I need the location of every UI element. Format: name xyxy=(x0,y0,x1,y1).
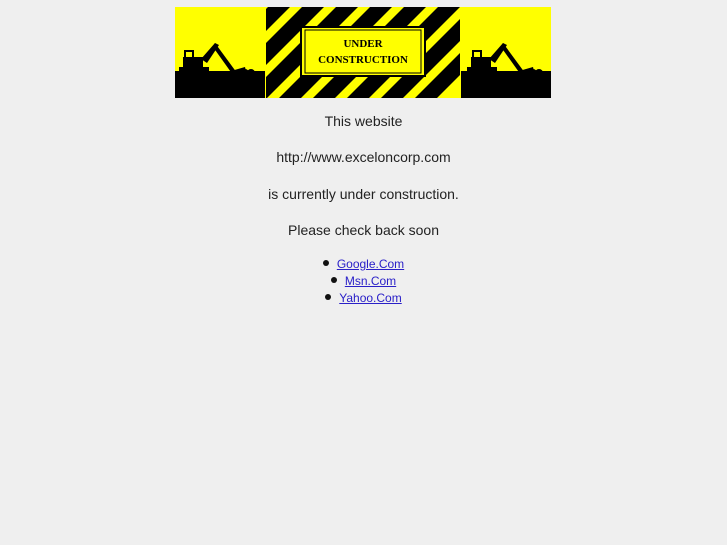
bullet-icon xyxy=(330,277,337,283)
message-line-1: This website xyxy=(324,113,403,129)
under-construction-banner: UNDER CONSTRUCTION xyxy=(175,7,551,98)
list-item: Msn.Com xyxy=(0,273,727,290)
link-google[interactable]: Google.Com xyxy=(337,257,404,271)
list-item: Yahoo.Com xyxy=(0,290,727,307)
page: UNDER CONSTRUCTION This website http://w… xyxy=(0,0,727,545)
links-list: Google.Com Msn.Com Yahoo.Com xyxy=(0,256,727,307)
list-item: Google.Com xyxy=(0,256,727,273)
banner-line-under: UNDER xyxy=(343,38,383,50)
bullet-icon xyxy=(322,260,329,266)
message-line-3: is currently under construction. xyxy=(268,186,459,202)
website-url: http://www.exceloncorp.com xyxy=(276,149,451,165)
message-line-4: Please check back soon xyxy=(288,222,439,238)
link-yahoo[interactable]: Yahoo.Com xyxy=(339,291,401,305)
banner-line-construction: CONSTRUCTION xyxy=(318,54,408,66)
bullet-icon xyxy=(325,294,332,300)
link-msn[interactable]: Msn.Com xyxy=(345,274,396,288)
